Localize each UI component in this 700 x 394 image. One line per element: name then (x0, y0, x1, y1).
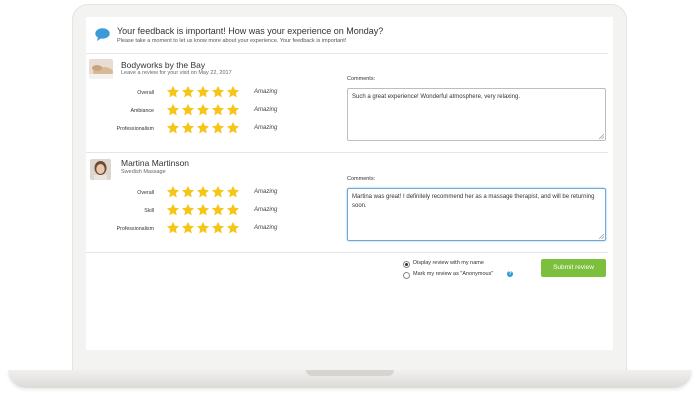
star-icon[interactable] (211, 203, 225, 217)
comment-text: Martina was great! I definitely recommen… (352, 194, 595, 209)
star-icon[interactable] (166, 185, 180, 199)
laptop-notch (306, 370, 394, 376)
divider (86, 152, 608, 153)
header-title: Your feedback is important! How was your… (117, 26, 384, 36)
star-icon[interactable] (226, 103, 240, 117)
comment-textarea[interactable]: Martina was great! I definitely recommen… (347, 188, 606, 241)
rating-word: Amazing (254, 89, 278, 95)
star-icon[interactable] (226, 121, 240, 135)
rating-word: Amazing (254, 125, 278, 131)
provider-name: Martina Martinson (121, 158, 190, 168)
rating-label: Professionalism (116, 226, 154, 232)
star-icon[interactable] (196, 121, 210, 135)
provider-name: Bodyworks by the Bay (121, 60, 206, 70)
star-icon[interactable] (211, 185, 225, 199)
star-icon[interactable] (166, 121, 180, 135)
star-icon[interactable] (226, 185, 240, 199)
comment-text: Such a great experience! Wonderful atmos… (352, 94, 520, 100)
star-icon[interactable] (226, 221, 240, 235)
provider-avatar-martina (90, 159, 111, 180)
header-subtitle: Please take a moment to let us know more… (117, 38, 347, 44)
rating-label: Ambiance (130, 108, 154, 114)
star-icon[interactable] (181, 221, 195, 235)
rating-word: Amazing (254, 189, 278, 195)
star-icon[interactable] (196, 221, 210, 235)
star-icon[interactable] (196, 185, 210, 199)
rating-row-overall: Overall Amazing (86, 85, 326, 101)
rating-label: Professionalism (116, 126, 154, 132)
rating-row-ambiance: Ambiance Amazing (86, 103, 326, 119)
radio-label: Display review with my name (413, 260, 484, 266)
comments-label: Comments: (347, 76, 376, 82)
star-icon[interactable] (211, 121, 225, 135)
star-icon[interactable] (211, 221, 225, 235)
rating-word: Amazing (254, 207, 278, 213)
star-icon[interactable] (166, 221, 180, 235)
chat-bubble-icon (95, 28, 110, 41)
rating-label: Overall (137, 90, 154, 96)
radio-button[interactable] (403, 272, 410, 279)
rating-word: Amazing (254, 225, 278, 231)
rating-word: Amazing (254, 107, 278, 113)
star-icon[interactable] (181, 103, 195, 117)
star-icon[interactable] (196, 103, 210, 117)
star-icon[interactable] (181, 121, 195, 135)
star-icon[interactable] (211, 103, 225, 117)
radio-button[interactable] (403, 261, 410, 268)
star-icon[interactable] (181, 185, 195, 199)
feedback-header: Your feedback is important! How was your… (86, 17, 613, 53)
star-icon[interactable] (181, 203, 195, 217)
divider (86, 252, 608, 253)
question-icon[interactable]: ? (507, 271, 513, 277)
star-icon[interactable] (166, 85, 180, 99)
rating-row-overall: Overall Amazing (86, 185, 326, 201)
star-icon[interactable] (166, 103, 180, 117)
comment-textarea[interactable]: Such a great experience! Wonderful atmos… (347, 88, 606, 141)
rating-row-professionalism: Professionalism Amazing (86, 221, 326, 237)
rating-label: Overall (137, 190, 154, 196)
rating-row-skill: Skill Amazing (86, 203, 326, 219)
divider (86, 53, 608, 54)
provider-avatar-bodyworks (89, 59, 113, 79)
star-icon[interactable] (226, 203, 240, 217)
resize-handle-icon[interactable] (599, 134, 604, 139)
radio-label: Mark my review as "Anonymous" (413, 271, 494, 277)
provider-subtitle: Swedish Massage (121, 169, 166, 175)
radio-display-name[interactable]: Display review with my name (403, 260, 533, 270)
rating-label: Skill (144, 208, 154, 214)
resize-handle-icon[interactable] (599, 234, 604, 239)
star-icon[interactable] (196, 203, 210, 217)
provider-subtitle: Leave a review for your visit on May 22,… (121, 70, 232, 76)
star-icon[interactable] (181, 85, 195, 99)
radio-anonymous[interactable]: Mark my review as "Anonymous" ? (403, 271, 533, 281)
star-icon[interactable] (166, 203, 180, 217)
star-icon[interactable] (211, 85, 225, 99)
star-icon[interactable] (196, 85, 210, 99)
comments-label: Comments: (347, 176, 376, 182)
submit-review-button[interactable]: Submit review (541, 259, 606, 277)
rating-row-professionalism: Professionalism Amazing (86, 121, 326, 137)
feedback-screen: Your feedback is important! How was your… (86, 17, 613, 350)
star-icon[interactable] (226, 85, 240, 99)
